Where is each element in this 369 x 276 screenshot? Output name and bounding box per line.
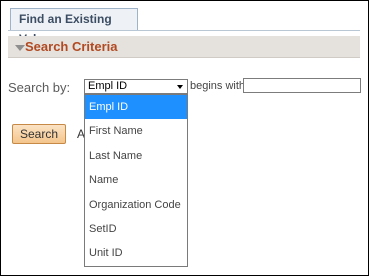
tab-find-existing-value[interactable]: Find an Existing Value	[10, 8, 138, 46]
dropdown-option-empl-id[interactable]: Empl ID	[85, 95, 187, 119]
search-criteria-header[interactable]: Search Criteria	[8, 36, 360, 58]
dropdown-option-organization-code[interactable]: Organization Code	[85, 193, 187, 217]
dropdown-option-name[interactable]: Name	[85, 168, 187, 192]
collapse-triangle-icon[interactable]	[15, 45, 25, 51]
dropdown-option-first-name[interactable]: First Name	[85, 119, 187, 143]
tab-divider	[8, 30, 360, 31]
dropdown-option-last-name[interactable]: Last Name	[85, 144, 187, 168]
search-by-select[interactable]: Empl ID	[84, 79, 188, 94]
search-value-input[interactable]	[243, 78, 361, 93]
search-by-select-value: Empl ID	[88, 80, 128, 92]
dropdown-option-setid[interactable]: SetID	[85, 217, 187, 241]
dropdown-arrow-icon[interactable]	[177, 85, 183, 89]
dropdown-option-unit-id[interactable]: Unit ID	[85, 241, 187, 265]
operator-label: begins with	[190, 80, 246, 92]
search-by-dropdown-list[interactable]: Empl ID First Name Last Name Name Organi…	[84, 94, 188, 267]
search-button[interactable]: Search	[12, 124, 66, 144]
search-by-label: Search by:	[8, 80, 71, 95]
search-criteria-label: Search Criteria	[25, 39, 118, 54]
